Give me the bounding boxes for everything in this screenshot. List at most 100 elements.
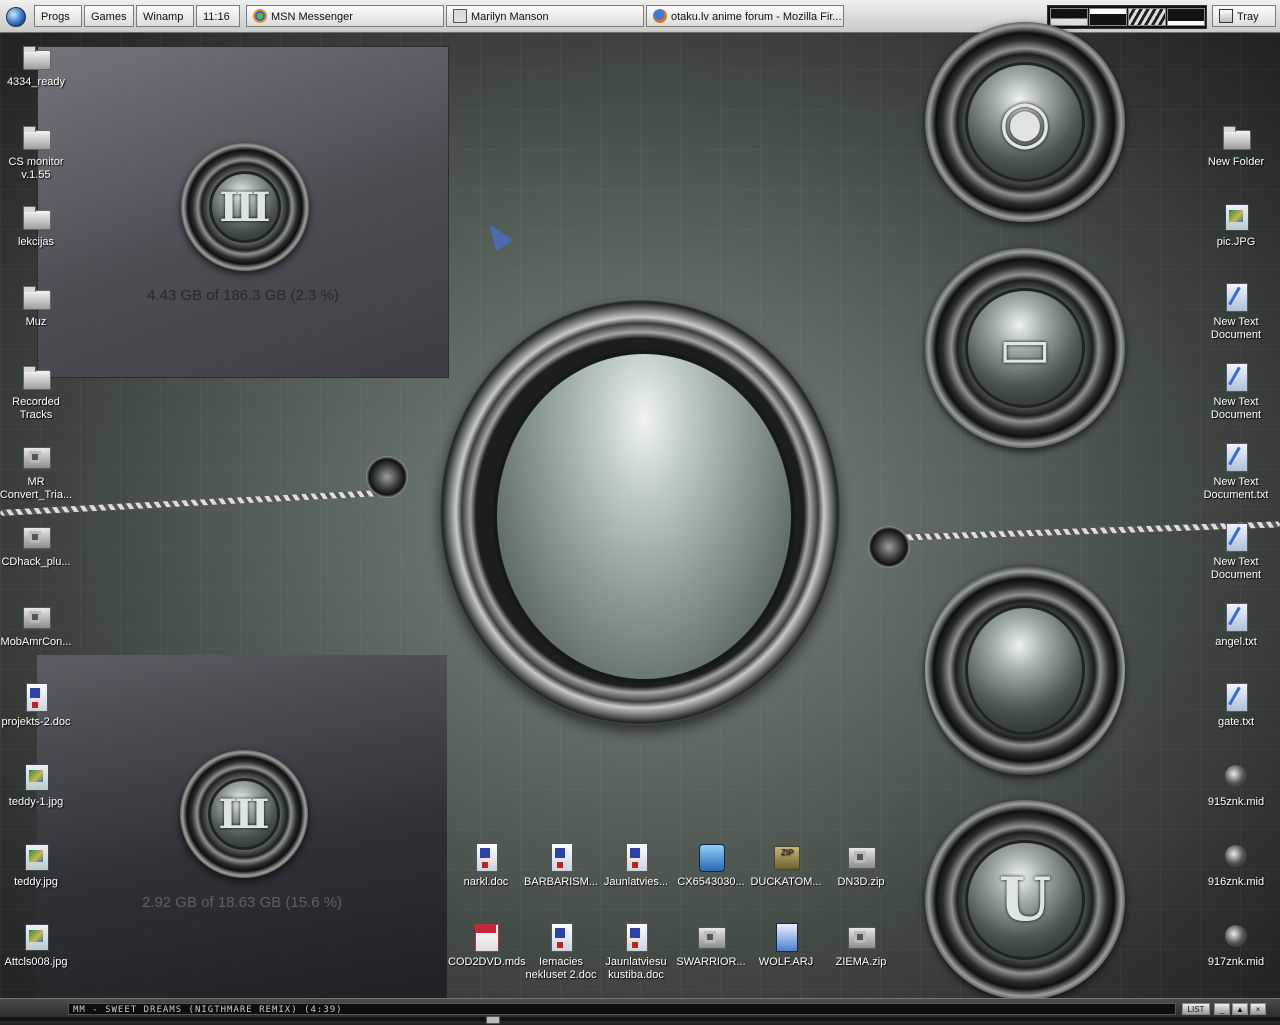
desktop-icon[interactable]: COD2DVD.mds [448, 922, 526, 969]
text-file-icon [1221, 682, 1251, 712]
folder-icon [21, 282, 51, 312]
desktop-icon[interactable]: MobAmrCon... [0, 602, 74, 649]
icon-label: New Text Document [1210, 316, 1262, 341]
task-firefox[interactable]: otaku.lv anime forum - Mozilla Fir... [646, 5, 844, 27]
app-icon [696, 842, 726, 872]
icon-label: 915znk.mid [1207, 796, 1265, 808]
desktop-icon[interactable]: WOLF.ARJ [748, 922, 824, 969]
progs-menu-button[interactable]: Progs [34, 5, 82, 27]
desktop-icon[interactable]: 916znk.mid [1198, 842, 1274, 889]
winamp-menu-button[interactable]: Winamp [136, 5, 194, 27]
desktop-icon[interactable]: 915znk.mid [1198, 762, 1274, 809]
desktop-icon[interactable]: teddy-1.jpg [0, 762, 74, 809]
media-player-bar: MM - SWEET DREAMS (NIGTHMARE REMIX) (4:3… [0, 998, 1280, 1025]
blank-launcher[interactable] [925, 565, 1125, 775]
playlist-button[interactable]: LIST [1182, 1003, 1210, 1015]
task-msn-messenger[interactable]: MSN Messenger [246, 5, 444, 27]
minimize-icon[interactable]: _ [1214, 1003, 1230, 1015]
folder-icon [21, 42, 51, 72]
seek-handle[interactable] [486, 1016, 500, 1024]
image-icon [21, 922, 51, 952]
desktop-icon[interactable]: projekts-2.doc [0, 682, 74, 729]
desktop-icon[interactable]: New Text Document [1198, 522, 1274, 582]
desktop-icon[interactable]: ZIEMA.zip [823, 922, 899, 969]
text-file-icon [1221, 602, 1251, 632]
desktop-icon[interactable]: CX6543030... [673, 842, 749, 889]
desktop-icon[interactable]: Recorded Tracks [0, 362, 74, 422]
net-meter [1128, 8, 1166, 26]
desktop-icon[interactable]: New Text Document [1198, 362, 1274, 422]
desktop-icon[interactable]: narkl.doc [448, 842, 524, 889]
games-menu-button[interactable]: Games [84, 5, 134, 27]
icon-label: angel.txt [1215, 636, 1257, 648]
drive-knob[interactable]: Ш [181, 143, 309, 271]
midi-file-icon [1221, 762, 1251, 792]
icon-label: 4334_ready [6, 76, 66, 88]
drive-emblem-icon: Ш [218, 790, 270, 838]
icon-label: teddy-1.jpg [8, 796, 64, 808]
desktop-icon[interactable]: Attcls008.jpg [0, 922, 74, 969]
desktop-icon[interactable]: CS monitor v.1.55 [0, 122, 74, 182]
desktop-icon[interactable]: lekcijas [0, 202, 74, 249]
cpu-meter [1050, 8, 1088, 26]
desktop-icon[interactable]: CDhack_plu... [0, 522, 74, 569]
drive-panel-c: Ш 4.43 GB of 186.3 GB (2.3 %) [37, 46, 449, 378]
icon-label: MR Convert_Tria... [0, 476, 73, 501]
word-doc-icon [621, 842, 651, 872]
clock: 11:16 [196, 5, 240, 27]
arj-archive-icon [771, 922, 801, 952]
desktop-icon[interactable]: teddy.jpg [0, 842, 74, 889]
seek-bar[interactable] [0, 1017, 1280, 1021]
icon-label: New Text Document.txt [1203, 476, 1269, 501]
firefox-launcher[interactable]: ◉ [925, 22, 1125, 222]
folder-icon [1221, 122, 1251, 152]
desktop-icon[interactable]: gate.txt [1198, 682, 1274, 729]
desktop-icon[interactable]: BARBARISM... [523, 842, 599, 889]
desktop-icon[interactable]: New Text Document [1198, 282, 1274, 342]
icon-label: CS monitor v.1.55 [8, 156, 64, 181]
folder-icon: ▭ [998, 315, 1052, 381]
shade-up-icon[interactable]: ▲ [1232, 1003, 1248, 1015]
desktop-icon[interactable]: 917znk.mid [1198, 922, 1274, 969]
task-marilyn-manson[interactable]: Marilyn Manson [446, 5, 644, 27]
desktop-icon[interactable]: New Folder [1198, 122, 1274, 169]
icon-label: Iemacies nekluset 2.doc [525, 956, 597, 981]
tray-button[interactable]: Tray [1212, 5, 1276, 27]
desktop-icon[interactable]: Iemacies nekluset 2.doc [523, 922, 599, 982]
image-icon [21, 762, 51, 792]
icon-label: CDhack_plu... [1, 556, 71, 568]
drive-knob[interactable]: Ш [180, 750, 308, 878]
program-icon [21, 442, 51, 472]
task-label: otaku.lv anime forum - Mozilla Fir... [671, 11, 842, 23]
icon-label: New Text Document [1210, 556, 1262, 581]
central-orb[interactable] [493, 350, 795, 683]
drive-panel-d: Ш 2.92 GB of 18.63 GB (15.6 %) [37, 655, 447, 1000]
desktop-icon[interactable]: Jaunlatviesu kustiba.doc [598, 922, 674, 982]
desktop-icon[interactable]: DUCKATOM... [748, 842, 824, 889]
desktop-icon[interactable]: Jaunlatvies... [598, 842, 674, 889]
desktop-icon[interactable]: angel.txt [1198, 602, 1274, 649]
word-doc-icon [471, 842, 501, 872]
desktop-icon[interactable]: Muz [0, 282, 74, 329]
desktop-icon[interactable]: 4334_ready [0, 42, 74, 89]
desktop-icon[interactable]: DN3D.zip [823, 842, 899, 889]
folder-icon [453, 9, 467, 23]
desktop-icon[interactable]: New Text Document.txt [1198, 442, 1274, 502]
task-label: MSN Messenger [271, 11, 353, 23]
desktop-icon[interactable]: MR Convert_Tria... [0, 442, 74, 502]
midi-file-icon [1221, 922, 1251, 952]
desktop-icon[interactable]: pic.JPG [1198, 202, 1274, 249]
start-globe-icon[interactable] [6, 7, 26, 27]
icon-label: Recorded Tracks [12, 396, 60, 421]
task-label: Marilyn Manson [471, 11, 549, 23]
tray-icon [1219, 9, 1233, 23]
unreal-icon: U [998, 865, 1052, 935]
desktop-icon[interactable]: SWARRIOR... [673, 922, 749, 969]
folder-launcher[interactable]: ▭ [925, 248, 1125, 448]
icon-label: gate.txt [1217, 716, 1255, 728]
unreal-launcher[interactable]: U [925, 800, 1125, 1000]
drive-usage-label: 4.43 GB of 186.3 GB (2.3 %) [147, 287, 339, 304]
system-meters [1047, 5, 1207, 29]
archive-icon [846, 842, 876, 872]
close-icon[interactable]: × [1250, 1003, 1266, 1015]
